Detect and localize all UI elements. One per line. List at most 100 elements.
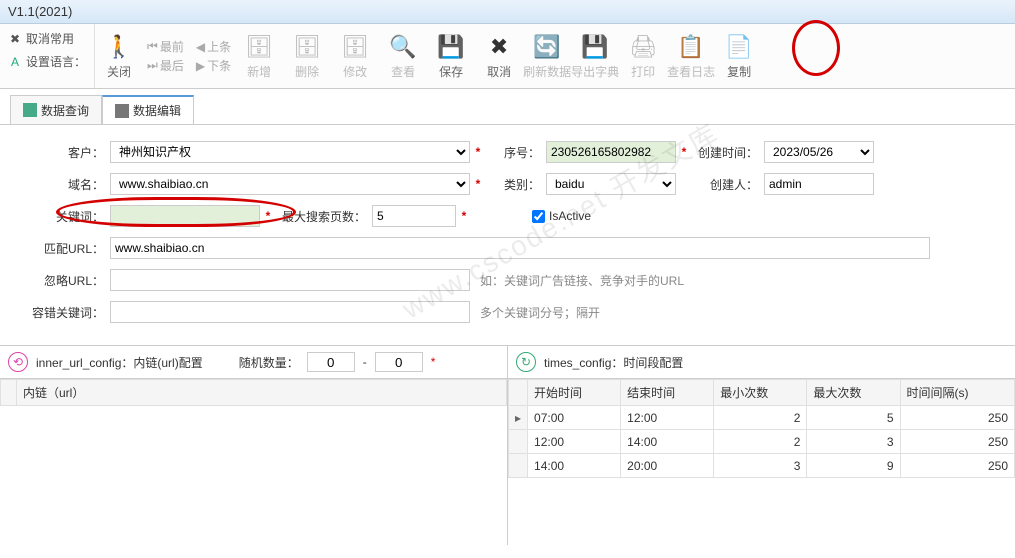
random-max[interactable]	[375, 352, 423, 372]
prev-icon[interactable]: ◀	[196, 40, 205, 54]
db-add-icon: 🗄	[245, 33, 273, 61]
cell-interval[interactable]: 250	[900, 406, 1014, 430]
cell-max[interactable]: 3	[807, 430, 900, 454]
times-panel: ↻ times_config：时间段配置 开始时间 结束时间 最小次数 最大次数…	[508, 346, 1015, 545]
cell-min[interactable]: 2	[714, 430, 807, 454]
export-dict-button[interactable]: 💾 导出字典	[571, 28, 619, 84]
match-url-field[interactable]	[110, 237, 930, 259]
table-row[interactable]: 14:00 20:00 3 9 250	[509, 454, 1015, 478]
seq-field[interactable]	[546, 141, 676, 163]
times-grid[interactable]: 开始时间 结束时间 最小次数 最大次数 时间间隔(s) ▸ 07:00 12:0…	[508, 379, 1015, 545]
clock-icon: ↻	[516, 352, 536, 372]
cancel-icon: ✖	[8, 32, 22, 46]
row-indicator	[509, 430, 528, 454]
req: *	[431, 355, 436, 369]
ignore-url-hint: 如：关键词广告链接、竞争对手的URL	[480, 272, 684, 289]
col-end[interactable]: 结束时间	[621, 380, 714, 406]
created-by-field[interactable]	[764, 173, 874, 195]
tab-data-edit[interactable]: 数据编辑	[102, 95, 194, 124]
set-language-button[interactable]: A 设置语言：	[8, 53, 86, 70]
table-row[interactable]: 12:00 14:00 2 3 250	[509, 430, 1015, 454]
link-icon: ⟲	[8, 352, 28, 372]
cell-start[interactable]: 14:00	[528, 454, 621, 478]
col-min[interactable]: 最小次数	[714, 380, 807, 406]
cell-max[interactable]: 5	[807, 406, 900, 430]
cancel-common-button[interactable]: ✖ 取消常用	[8, 30, 86, 47]
req: *	[456, 209, 472, 223]
cell-interval[interactable]: 250	[900, 430, 1014, 454]
cell-start[interactable]: 07:00	[528, 406, 621, 430]
keyword-label: 关键词：	[18, 208, 110, 225]
random-min[interactable]	[307, 352, 355, 372]
tabs: 数据查询 数据编辑	[0, 89, 1015, 125]
created-time-field[interactable]: 2023/05/26	[764, 141, 874, 163]
isactive-input[interactable]	[532, 210, 545, 223]
add-button[interactable]: 🗄 新增	[235, 28, 283, 84]
isactive-label: IsActive	[549, 209, 591, 223]
max-pages-field[interactable]	[372, 205, 456, 227]
refresh-button[interactable]: 🔄 刷新数据	[523, 28, 571, 84]
print-button[interactable]: 🖨 打印	[619, 28, 667, 84]
keyword-field[interactable]	[110, 205, 260, 227]
cell-min[interactable]: 3	[714, 454, 807, 478]
last-icon[interactable]: ⏭	[147, 58, 158, 73]
customer-select[interactable]: 神州知识产权	[110, 141, 470, 163]
max-pages-label: 最大搜索页数：	[276, 208, 372, 225]
cell-end[interactable]: 20:00	[621, 454, 714, 478]
lower-panels: ⟲ inner_url_config：内链(url)配置 随机数量： - * 内…	[0, 345, 1015, 545]
inner-url-grid[interactable]: 内链（url）	[0, 379, 507, 545]
col-interval[interactable]: 时间间隔(s)	[900, 380, 1014, 406]
nav-last-label[interactable]: 最后	[160, 57, 184, 74]
set-language-label: 设置语言：	[26, 53, 86, 70]
customer-label: 客户：	[18, 144, 110, 161]
cell-interval[interactable]: 250	[900, 454, 1014, 478]
refresh-icon: 🔄	[533, 33, 561, 61]
edit-icon	[115, 104, 129, 118]
cell-min[interactable]: 2	[714, 406, 807, 430]
created-time-label: 创建时间：	[692, 144, 764, 161]
nav-prev-label[interactable]: 上条	[207, 38, 231, 55]
isactive-checkbox[interactable]: IsActive	[532, 209, 591, 223]
view-log-button[interactable]: 📋 查看日志	[667, 28, 715, 84]
inner-url-panel: ⟲ inner_url_config：内链(url)配置 随机数量： - * 内…	[0, 346, 508, 545]
ignore-url-field[interactable]	[110, 269, 470, 291]
print-icon: 🖨	[629, 33, 657, 61]
edit-button[interactable]: 🗄 修改	[331, 28, 379, 84]
grid-icon	[23, 103, 37, 117]
category-select[interactable]: baidu	[546, 173, 676, 195]
view-button[interactable]: 🔍 查看	[379, 28, 427, 84]
cancel-button[interactable]: ✖ 取消	[475, 28, 523, 84]
close-button[interactable]: 🚶 关闭	[95, 28, 143, 84]
language-icon: A	[8, 55, 22, 69]
next-icon[interactable]: ▶	[196, 59, 205, 73]
col-start[interactable]: 开始时间	[528, 380, 621, 406]
save-icon: 💾	[437, 33, 465, 61]
seq-label: 序号：	[486, 144, 546, 161]
fault-kw-field[interactable]	[110, 301, 470, 323]
db-edit-icon: 🗄	[341, 33, 369, 61]
small-tools: ✖ 取消常用 A 设置语言：	[0, 24, 95, 88]
export-icon: 💾	[581, 33, 609, 61]
walk-icon: 🚶	[105, 33, 133, 61]
cell-end[interactable]: 14:00	[621, 430, 714, 454]
req: *	[676, 145, 692, 159]
cell-max[interactable]: 9	[807, 454, 900, 478]
cell-start[interactable]: 12:00	[528, 430, 621, 454]
nav-first-label[interactable]: 最前	[160, 38, 184, 55]
domain-select[interactable]: www.shaibiao.cn	[110, 173, 470, 195]
table-row[interactable]: ▸ 07:00 12:00 2 5 250	[509, 406, 1015, 430]
tab-data-query[interactable]: 数据查询	[10, 95, 102, 124]
created-by-label: 创建人：	[692, 176, 764, 193]
ignore-url-label: 忽略URL：	[18, 272, 110, 289]
main-toolbar: 🚶 关闭 ⏮ 最前 ◀ 上条 ⏭ 最后 ▶ 下条	[95, 24, 763, 88]
col-url[interactable]: 内链（url）	[17, 380, 507, 406]
save-button[interactable]: 💾 保存	[427, 28, 475, 84]
cell-end[interactable]: 12:00	[621, 406, 714, 430]
col-max[interactable]: 最大次数	[807, 380, 900, 406]
copy-button[interactable]: 📄 复制	[715, 28, 763, 84]
row-indicator	[509, 454, 528, 478]
nav-next-label[interactable]: 下条	[207, 57, 231, 74]
copy-icon: 📄	[725, 33, 753, 61]
first-icon[interactable]: ⏮	[147, 39, 158, 54]
delete-button[interactable]: 🗄 删除	[283, 28, 331, 84]
